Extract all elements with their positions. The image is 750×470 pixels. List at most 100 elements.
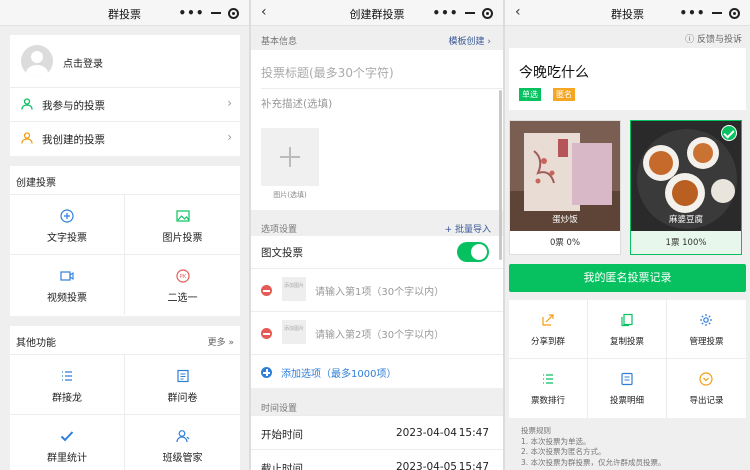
poll-header: 今晚吃什么 单选 匿名: [509, 48, 746, 110]
detail-label: 投票明细: [609, 396, 644, 406]
my-participated-label: 我参与的投票: [42, 100, 105, 112]
form-icon: [176, 369, 189, 383]
ranking-label: 票数排行: [530, 396, 565, 406]
title-bar: ‹ 群投票 •••: [505, 0, 750, 26]
copy-icon: [621, 313, 633, 327]
rank-icon: [542, 374, 553, 384]
selected-check-icon: [721, 125, 737, 141]
detail-icon: [621, 372, 633, 386]
user-icon: [21, 132, 33, 144]
pk-vote-button[interactable]: PK 二选一: [125, 255, 240, 315]
my-participated-row[interactable]: 我参与的投票 ›: [10, 87, 240, 121]
option-input[interactable]: 请输入第2项（30个字以内）: [315, 326, 444, 341]
feedback-link[interactable]: ⓘ 反馈与投诉: [685, 32, 742, 45]
avatar[interactable]: [21, 45, 53, 77]
add-option-button[interactable]: 添加选项（最多1000项）: [251, 354, 503, 388]
text-vote-button[interactable]: 文字投票: [10, 195, 125, 255]
minimize-icon[interactable]: [211, 12, 222, 14]
start-time-value[interactable]: 15:47: [459, 427, 489, 439]
capsule-menu[interactable]: •••: [676, 4, 744, 22]
svg-text:PK: PK: [179, 274, 186, 280]
time-settings-header: 时间设置: [261, 404, 298, 414]
text-vote-label: 文字投票: [47, 233, 87, 244]
rules-title: 投票规则: [521, 426, 551, 435]
poll-title: 今晚吃什么: [519, 65, 589, 81]
start-time-row[interactable]: 开始时间 2023-04-04 15:47: [251, 415, 503, 449]
option-input[interactable]: 请输入第1项（30个字以内）: [315, 283, 444, 298]
close-record-icon[interactable]: [729, 7, 741, 19]
option-settings-header: 选项设置: [261, 225, 298, 235]
image-vote-button[interactable]: 图片投票: [125, 195, 240, 255]
download-icon: [699, 372, 714, 386]
export-record-button[interactable]: 导出记录: [667, 359, 746, 418]
vote-title-input[interactable]: 投票标题(最多30个字符): [261, 64, 394, 81]
option-card-2[interactable]: 麻婆豆腐 1票 100%: [630, 120, 742, 255]
vote-rules: 投票规则 1. 本次投票为单选。 2. 本次投票为匿名方式。 3. 本次投票为群…: [521, 426, 666, 468]
end-date-value[interactable]: 2023-04-05: [396, 461, 457, 470]
option-name-2: 麻婆豆腐: [668, 215, 703, 225]
remove-option-icon[interactable]: [261, 285, 272, 296]
title-bar: 群投票 •••: [0, 0, 249, 26]
video-vote-label: 视频投票: [47, 293, 87, 304]
option-card-1[interactable]: 蛋炒饭 0票 0%: [509, 120, 621, 255]
image-text-vote-row: 图文投票: [251, 236, 503, 268]
my-created-label: 我创建的投票: [42, 134, 105, 146]
profile-card: 点击登录 我参与的投票 › 我创建的投票 ›: [10, 35, 240, 156]
vote-description-input[interactable]: 补充描述(选填): [261, 96, 332, 111]
vote-ranking-button[interactable]: 票数排行: [509, 359, 588, 418]
user-icon: [21, 98, 33, 110]
add-option-label: 添加选项（最多1000项）: [281, 369, 397, 380]
more-link[interactable]: 更多 »: [208, 335, 234, 348]
share-to-group-button[interactable]: 分享到群: [509, 300, 588, 359]
login-link[interactable]: 点击登录: [63, 55, 103, 70]
create-vote-card: 创建投票 文字投票 图片投票 视频投票 PK 二选一: [10, 166, 240, 316]
start-date-value[interactable]: 2023-04-04: [396, 427, 457, 439]
option-image-button[interactable]: 添加图片: [282, 277, 306, 301]
template-create-link[interactable]: 模板创建 ›: [449, 34, 491, 47]
batch-import-link[interactable]: + 批量导入: [445, 222, 491, 235]
group-survey-button[interactable]: 群问卷: [125, 355, 240, 415]
class-manager-button[interactable]: 班级管家: [125, 415, 240, 470]
rule-item: 2. 本次投票为匿名方式。: [521, 447, 606, 456]
anonymous-badge: 匿名: [553, 88, 575, 101]
more-dots-icon[interactable]: •••: [432, 7, 458, 19]
image-text-vote-label: 图文投票: [261, 247, 303, 259]
option-row: 添加图片 请输入第1项（30个字以内）: [251, 268, 503, 311]
minimize-icon[interactable]: [465, 12, 476, 14]
export-label: 导出记录: [689, 396, 724, 406]
minimize-icon[interactable]: [712, 12, 723, 14]
title-bar: ‹ 创建群投票 •••: [251, 0, 503, 26]
remove-option-icon[interactable]: [261, 328, 272, 339]
add-image-button[interactable]: [261, 128, 319, 186]
end-time-value[interactable]: 15:47: [459, 461, 489, 470]
video-vote-button[interactable]: 视频投票: [10, 255, 125, 315]
group-stats-button[interactable]: 群里统计: [10, 415, 125, 470]
more-dots-icon[interactable]: •••: [178, 7, 204, 19]
option-votes-2: 1票 100%: [631, 231, 741, 254]
my-created-row[interactable]: 我创建的投票 ›: [10, 121, 240, 155]
basic-info-header: 基本信息: [261, 37, 298, 47]
options-card: 图文投票 添加图片 请输入第1项（30个字以内） 添加图片 请输入第2项（30个…: [251, 236, 503, 388]
class-manager-label: 班级管家: [162, 453, 203, 464]
scrollbar[interactable]: [499, 90, 502, 260]
close-record-icon[interactable]: [228, 7, 240, 19]
image-caption: 图片(选填): [273, 191, 307, 199]
vote-detail-button[interactable]: 投票明细: [588, 359, 667, 418]
capsule-menu[interactable]: •••: [429, 4, 497, 22]
video-icon: [60, 271, 74, 281]
group-relay-button[interactable]: 群接龙: [10, 355, 125, 415]
my-anonymous-record-button[interactable]: 我的匿名投票记录: [509, 264, 746, 292]
capsule-menu[interactable]: •••: [175, 4, 243, 22]
more-dots-icon[interactable]: •••: [679, 7, 705, 19]
copy-vote-button[interactable]: 复制投票: [587, 300, 667, 359]
option-image-button[interactable]: 添加图片: [282, 320, 306, 344]
create-section-title: 创建投票: [16, 178, 56, 189]
manage-vote-button[interactable]: 管理投票: [666, 300, 746, 359]
group-user-icon: [175, 430, 189, 443]
pk-icon: PK: [175, 269, 190, 283]
close-record-icon[interactable]: [482, 7, 494, 19]
end-time-row[interactable]: 截止时间 2023-04-05 15:47: [251, 449, 503, 470]
share-icon: [542, 314, 554, 326]
screen-home: 群投票 ••• 点击登录 我参与的投票 › 我创建的投票 › 创建投票 文字投票: [0, 0, 249, 470]
image-text-vote-toggle[interactable]: [457, 242, 489, 262]
